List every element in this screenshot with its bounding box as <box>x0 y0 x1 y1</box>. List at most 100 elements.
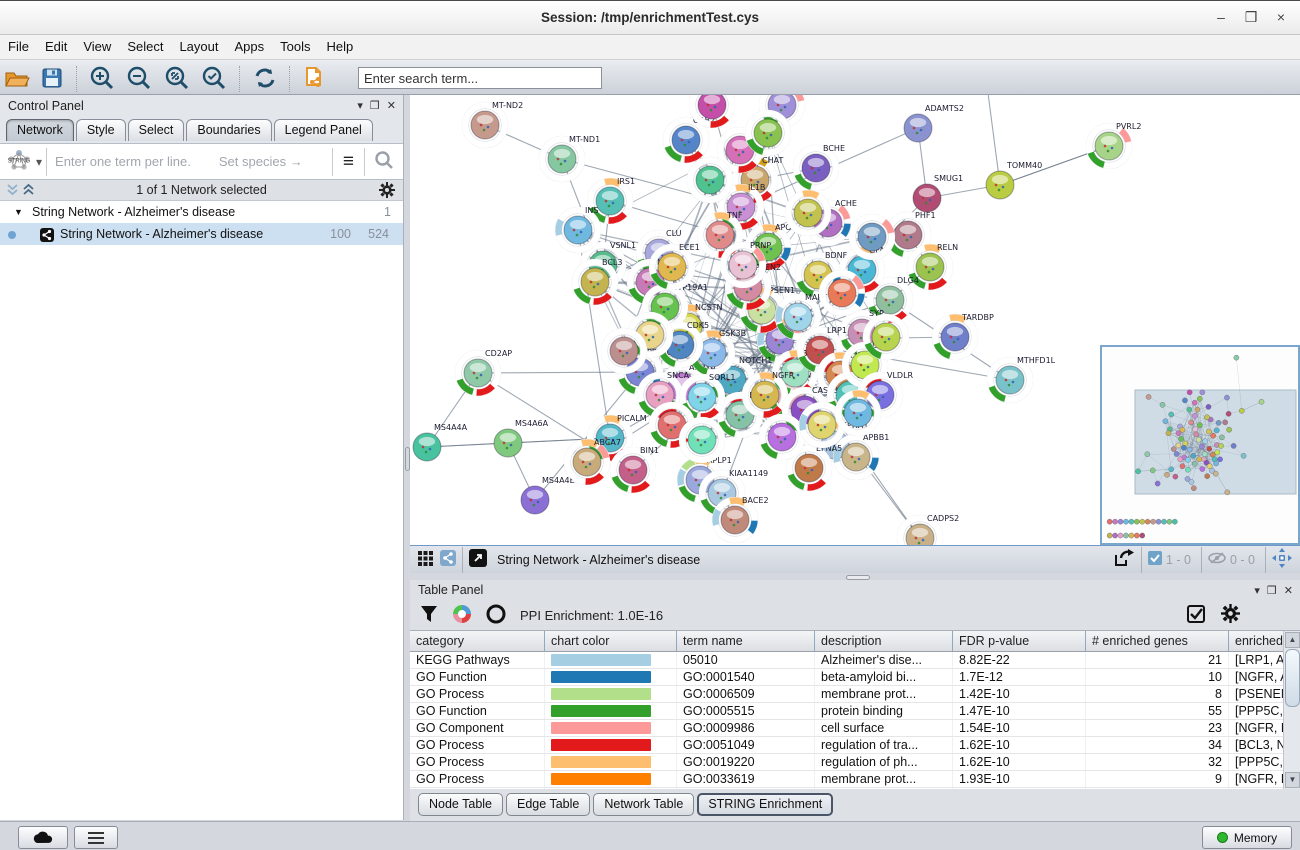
string-options-menu-icon[interactable]: ≡ <box>333 151 364 173</box>
table-row[interactable]: GO ProcessGO:0050435beta-amyloid m...2.0… <box>410 788 1300 790</box>
network-node-cd2ap[interactable] <box>1145 452 1150 457</box>
network-node[interactable] <box>1187 390 1192 395</box>
export-network-icon[interactable] <box>1113 548 1135 571</box>
network-node-tnf[interactable] <box>1189 420 1194 425</box>
network-node-bdnf[interactable] <box>1206 429 1211 434</box>
menu-file[interactable]: File <box>0 35 37 58</box>
network-node[interactable] <box>1134 519 1139 524</box>
network-node-smug1[interactable] <box>1226 411 1231 416</box>
collapse-all-icon[interactable] <box>22 183 35 203</box>
open-session-icon[interactable] <box>4 67 30 92</box>
column-header-term-name[interactable]: term name <box>677 631 815 652</box>
network-node-gsk3b[interactable] <box>1187 447 1192 452</box>
filter-icon[interactable] <box>420 605 438 626</box>
refresh-icon[interactable] <box>253 66 277 93</box>
tree-expander-icon[interactable]: ▼ <box>14 201 23 223</box>
control-panel-maximize-icon[interactable]: ❒ <box>370 95 380 117</box>
network-view-canvas[interactable]: MT-ND2MT-ND1VSNL1GAB2ADAMTS2PVRL2TOMM40S… <box>410 95 1300 545</box>
column-header-FDR-p-value[interactable]: FDR p-value <box>953 631 1086 652</box>
network-node[interactable] <box>1200 390 1205 395</box>
menu-apps[interactable]: Apps <box>227 35 273 58</box>
network-node-efna5[interactable] <box>1205 474 1210 479</box>
network-node-il1b[interactable] <box>1192 413 1197 418</box>
network-node[interactable] <box>1123 533 1128 538</box>
network-node-ms4a4e[interactable]: MS4A4E <box>521 476 575 514</box>
menu-layout[interactable]: Layout <box>171 35 226 58</box>
birds-eye-view[interactable] <box>1100 345 1300 545</box>
string-query-placeholder[interactable]: Enter one term per line. <box>55 154 191 169</box>
menu-view[interactable]: View <box>75 35 119 58</box>
automation-cloud-button[interactable] <box>18 826 68 849</box>
network-node-gfap[interactable] <box>1214 428 1219 433</box>
network-node-tomm40[interactable] <box>1239 408 1244 413</box>
table-scrollbar[interactable]: ▲ ▼ <box>1283 631 1300 789</box>
zoom-selected-icon[interactable] <box>201 65 227 94</box>
save-session-icon[interactable] <box>41 67 63 92</box>
network-node[interactable] <box>1197 396 1202 401</box>
table-row[interactable]: GO FunctionGO:0005515protein binding1.47… <box>410 703 1300 720</box>
network-node[interactable] <box>1200 466 1205 471</box>
network-node-phf1[interactable] <box>1223 420 1228 425</box>
network-node-gab2[interactable] <box>1182 398 1187 403</box>
network-node-notch1[interactable] <box>1191 453 1196 458</box>
tab-legend-panel[interactable]: Legend Panel <box>274 119 373 141</box>
table-row[interactable]: GO ProcessGO:0006509membrane prot...1.42… <box>410 686 1300 703</box>
network-node-pvrl2[interactable] <box>1259 399 1264 404</box>
zoom-out-icon[interactable] <box>126 65 152 94</box>
network-node[interactable] <box>1140 519 1145 524</box>
menu-select[interactable]: Select <box>119 35 171 58</box>
task-history-button[interactable] <box>74 826 118 849</box>
network-node-lrp1[interactable] <box>1207 446 1212 451</box>
network-node-abca7[interactable] <box>1164 472 1169 477</box>
network-node-mt-nd2[interactable] <box>1146 394 1151 399</box>
menu-help[interactable]: Help <box>319 35 362 58</box>
network-node-mt-nd1[interactable]: MT-ND1 <box>539 135 600 182</box>
memory-button[interactable]: Memory <box>1202 826 1292 849</box>
tab-network[interactable]: Network <box>6 119 74 141</box>
network-node[interactable] <box>1151 519 1156 524</box>
network-node-snca[interactable] <box>1178 457 1183 462</box>
scrollbar-thumb[interactable] <box>1285 649 1300 707</box>
ring-chart-icon[interactable] <box>486 604 506 627</box>
network-node-bcl3[interactable] <box>1166 431 1171 436</box>
network-node-ms4a6a[interactable]: MS4A6A <box>494 419 549 457</box>
network-node-bin1[interactable]: BIN1 <box>610 446 659 493</box>
string-logo-icon[interactable]: STRING <box>6 148 32 175</box>
network-node-ngfr[interactable] <box>1197 457 1202 462</box>
network-node-cdk5[interactable] <box>1181 445 1186 450</box>
select-rows-checkbox-icon[interactable] <box>1187 605 1205 626</box>
network-node-ide[interactable] <box>1192 461 1197 466</box>
table-panel-maximize-icon[interactable]: ❒ <box>1267 580 1277 602</box>
network-node[interactable] <box>1219 443 1224 448</box>
network-node[interactable] <box>1172 519 1177 524</box>
table-row[interactable]: GO ComponentGO:0009986cell surface1.54E-… <box>410 720 1300 737</box>
network-node-ms4a4e[interactable] <box>1155 481 1160 486</box>
horizontal-splitter[interactable] <box>410 573 1300 580</box>
clone-network-icon[interactable] <box>302 65 328 94</box>
network-node-prnp[interactable] <box>1193 427 1198 432</box>
tab-edge-table[interactable]: Edge Table <box>506 793 590 816</box>
network-node-cadps2[interactable] <box>1225 490 1230 495</box>
network-node[interactable] <box>1112 533 1117 538</box>
expand-all-icon[interactable] <box>6 183 19 203</box>
string-search-icon[interactable] <box>365 151 403 172</box>
network-node-app[interactable] <box>1199 444 1204 449</box>
table-panel-float-icon[interactable]: ▾ <box>1254 580 1260 602</box>
network-node-tardbp[interactable] <box>1231 443 1236 448</box>
network-node-mt-nd1[interactable] <box>1160 402 1165 407</box>
network-node[interactable] <box>1107 533 1112 538</box>
network-node-bcl3[interactable]: BCL3 <box>572 258 622 305</box>
network-node-psen1[interactable] <box>1196 437 1201 442</box>
control-panel-close-icon[interactable]: ✕ <box>387 95 396 117</box>
network-node-vldlr[interactable] <box>1217 457 1222 462</box>
tab-style[interactable]: Style <box>76 119 126 141</box>
network-node[interactable] <box>1207 464 1212 469</box>
network-node[interactable] <box>1118 533 1123 538</box>
share-view-icon[interactable] <box>440 550 456 569</box>
column-header--enriched-genes[interactable]: # enriched genes <box>1086 631 1229 652</box>
network-node[interactable] <box>1234 355 1239 360</box>
menu-edit[interactable]: Edit <box>37 35 75 58</box>
network-node[interactable] <box>1107 519 1112 524</box>
network-node-picalm[interactable] <box>1169 467 1174 472</box>
network-node-apbb1[interactable]: APBB1 <box>833 433 889 480</box>
